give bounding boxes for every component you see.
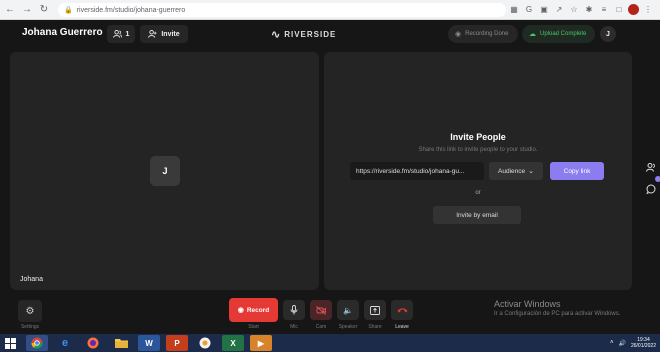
cloud-upload-icon: ☁ <box>529 31 536 38</box>
chrome-taskbar-icon[interactable] <box>26 335 48 351</box>
share-label: Share <box>368 324 382 330</box>
studio-title: Johana Guerrero <box>22 27 103 38</box>
reading-list-icon[interactable]: ≡ <box>598 3 610 15</box>
record-icon: ◉ <box>237 307 244 314</box>
word-taskbar-icon[interactable]: W <box>138 335 160 351</box>
profile-icon[interactable] <box>628 3 639 15</box>
camera-off-icon <box>316 305 326 315</box>
windows-taskbar: e W P X ▶ ˄ 🔊 19:34 26/01/2022 <box>0 334 660 352</box>
app-taskbar-icon[interactable] <box>194 335 216 351</box>
screenshot-icon[interactable]: ▣ <box>538 3 550 15</box>
participant-count: 1 <box>125 30 130 38</box>
or-divider: or <box>475 190 481 196</box>
address-bar[interactable]: 🔒 riverside.fm/studio/johana-guerrero <box>58 3 506 17</box>
excel-taskbar-icon[interactable]: X <box>222 335 244 351</box>
address-url: riverside.fm/studio/johana-guerrero <box>76 6 186 14</box>
browser-toolbar: ← → ↻ 🔒 riverside.fm/studio/johana-guerr… <box>0 0 660 20</box>
windows-start-icon[interactable] <box>0 334 20 352</box>
participant-name: Johana <box>20 276 43 283</box>
browser-actions: ▦ G ▣ ↗ ☆ ✱ ≡ □ ⋮ <box>508 3 654 15</box>
bookmark-star-icon[interactable]: ☆ <box>568 3 580 15</box>
people-panel-icon[interactable] <box>644 160 658 174</box>
invite-link-field[interactable]: https://riverside.fm/studio/johana-gu... <box>350 162 484 180</box>
sidepanel-icon[interactable]: □ <box>613 3 625 15</box>
activation-subtitle: Ir a Configuración de PC para activar Wi… <box>494 311 621 317</box>
system-tray: ˄ 🔊 19:34 26/01/2022 <box>610 334 656 352</box>
upload-status-text: Upload Complete <box>540 31 587 37</box>
user-avatar[interactable]: J <box>600 26 616 42</box>
cam-label: Cam <box>315 324 327 330</box>
notification-dot <box>655 176 660 182</box>
forward-icon[interactable]: → <box>20 3 34 17</box>
camera-button[interactable] <box>310 300 332 320</box>
reload-icon[interactable]: ↻ <box>37 3 51 17</box>
invite-subtitle: Share this link to invite people to your… <box>418 147 538 153</box>
people-icon <box>112 30 122 38</box>
upload-status-badge: ☁ Upload Complete <box>522 25 595 43</box>
invite-by-email-button[interactable]: Invite by email <box>433 206 521 224</box>
participant-tile: J Johana <box>10 52 319 290</box>
recording-status-badge: ◉ Recording Done <box>448 25 518 43</box>
riverside-logo: ∿ RIVERSIDE <box>271 28 336 41</box>
copy-link-button[interactable]: Copy link <box>550 162 604 180</box>
participants-button[interactable]: 1 <box>107 25 135 43</box>
hang-up-icon <box>397 308 407 313</box>
settings-button[interactable]: ⚙ <box>18 300 42 322</box>
speaker-icon: 🔈 <box>343 305 353 315</box>
record-label: Record <box>246 306 270 314</box>
chevron-down-icon: ⌄ <box>528 168 534 175</box>
invite-title: Invite People <box>450 132 506 142</box>
extensions-icon[interactable]: ✱ <box>583 3 595 15</box>
record-dot-icon: ◉ <box>455 31 462 38</box>
back-icon[interactable]: ← <box>3 3 17 17</box>
speaker-button[interactable]: 🔈 <box>337 300 359 320</box>
share-screen-icon <box>370 305 380 315</box>
gear-icon: ⚙ <box>25 305 35 317</box>
leave-label: Leave <box>395 324 409 330</box>
volume-icon[interactable]: 🔊 <box>618 340 625 347</box>
start-label: Start <box>248 324 259 330</box>
share-icon[interactable]: ↗ <box>553 3 565 15</box>
leave-button[interactable] <box>391 300 413 320</box>
mic-label: Mic <box>290 324 298 330</box>
logo-text: RIVERSIDE <box>284 30 337 39</box>
tray-chevron-icon[interactable]: ˄ <box>610 340 614 346</box>
cast-icon[interactable]: ▦ <box>508 3 520 15</box>
studio-header: Johana Guerrero 1 Invite ∿ RIVERSIDE ◉ R… <box>0 21 660 47</box>
lock-icon: 🔒 <box>64 7 73 14</box>
share-screen-button[interactable] <box>364 300 386 320</box>
clock[interactable]: 19:34 26/01/2022 <box>631 337 656 349</box>
google-icon[interactable]: G <box>523 3 535 15</box>
mic-button[interactable] <box>283 300 305 320</box>
mic-icon <box>290 305 298 315</box>
participant-avatar: J <box>150 156 180 186</box>
speaker-label: Speaker <box>338 324 358 330</box>
settings-label: Settings <box>20 324 40 330</box>
invite-label: Invite <box>161 30 180 38</box>
media-player-taskbar-icon[interactable]: ▶ <box>250 335 272 351</box>
menu-icon[interactable]: ⋮ <box>642 3 654 15</box>
wave-icon: ∿ <box>271 29 282 41</box>
activation-title: Activar Windows <box>494 299 561 309</box>
powerpoint-taskbar-icon[interactable]: P <box>166 335 188 351</box>
invite-panel: Invite People Share this link to invite … <box>324 52 632 290</box>
audience-dropdown[interactable]: Audience ⌄ <box>489 162 543 180</box>
clock-date: 26/01/2022 <box>630 343 656 349</box>
edge-taskbar-icon[interactable]: e <box>54 335 76 351</box>
firefox-taskbar-icon[interactable] <box>82 335 104 351</box>
file-explorer-taskbar-icon[interactable] <box>110 335 132 351</box>
add-person-icon <box>148 30 157 38</box>
chat-icon[interactable] <box>644 182 658 196</box>
recording-status-text: Recording Done <box>465 31 509 37</box>
invite-button[interactable]: Invite <box>140 25 188 43</box>
audience-label: Audience <box>498 167 526 175</box>
record-button[interactable]: ◉ Record <box>229 298 278 322</box>
